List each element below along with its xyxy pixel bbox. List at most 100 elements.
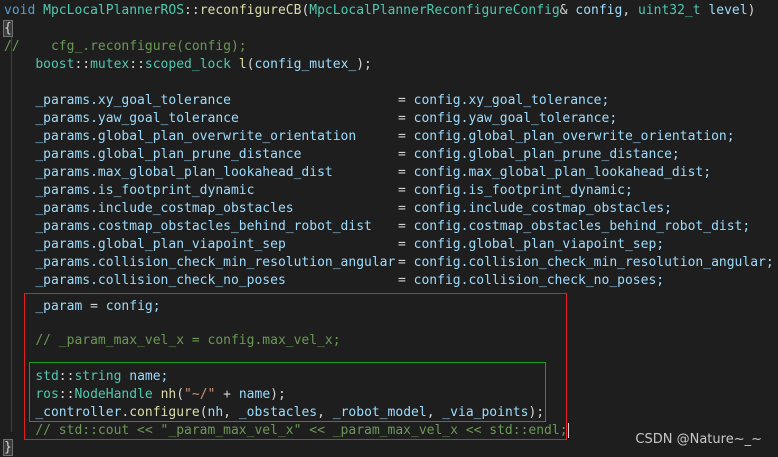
var-l: l bbox=[238, 57, 247, 72]
param-lhs: _params.include_costmap_obstacles bbox=[35, 201, 294, 216]
namespace-ros: ros bbox=[35, 387, 59, 402]
function-name: reconfigureCB bbox=[199, 3, 302, 18]
param-rhs: config.collision_check_no_poses; bbox=[413, 273, 665, 288]
paren-close: ); bbox=[356, 57, 372, 72]
comma: , bbox=[223, 405, 239, 420]
param-lhs: _params.collision_check_no_poses bbox=[35, 273, 286, 288]
arg-via-points: _via_points bbox=[442, 405, 529, 420]
plus-op: + bbox=[215, 387, 239, 402]
assign-op: = bbox=[398, 273, 414, 288]
paren-open: ( bbox=[176, 387, 185, 402]
param-lhs: _params.collision_check_min_resolution_a… bbox=[35, 255, 396, 270]
namespace-std: std bbox=[35, 369, 59, 384]
type-scoped-lock: scoped_lock bbox=[144, 57, 231, 72]
code-line-open-brace[interactable]: { bbox=[3, 20, 13, 38]
text-cursor bbox=[567, 423, 569, 438]
assign-op: = bbox=[398, 129, 414, 144]
code-line-close-brace[interactable]: } bbox=[3, 439, 13, 457]
code-line-param-assign[interactable]: _params.collision_check_no_poses bbox=[4, 272, 286, 290]
method-configure: configure bbox=[129, 405, 200, 420]
comma: , bbox=[426, 405, 443, 420]
comma: , bbox=[622, 3, 638, 18]
ampersand: & bbox=[559, 3, 576, 18]
param-lhs: _params.global_plan_overwrite_orientatio… bbox=[35, 129, 357, 144]
code-line-param-assign[interactable]: _params.global_plan_overwrite_orientatio… bbox=[4, 128, 356, 146]
code-editor[interactable]: void MpcLocalPlannerROS::reconfigureCB( M… bbox=[0, 0, 778, 457]
param-rhs-line: = config.include_costmap_obstacles; bbox=[398, 200, 672, 218]
param-lhs: _params.max_global_plan_lookahead_dist bbox=[35, 165, 333, 180]
namespace-mutex: mutex bbox=[90, 57, 130, 72]
param-type-config: MpcLocalPlannerReconfigureConfig bbox=[309, 3, 560, 18]
code-line-node-handle[interactable]: ros::NodeHandle nh("~/" + name); bbox=[4, 386, 286, 404]
comment: // cfg_.reconfigure(config); bbox=[4, 39, 247, 54]
assign-op: = bbox=[398, 201, 414, 216]
code-line-param-assign[interactable]: _params.costmap_obstacles_behind_robot_d… bbox=[4, 218, 372, 236]
param-rhs-line: = config.max_global_plan_lookahead_dist; bbox=[398, 164, 711, 182]
param-rhs: config.collision_check_min_resolution_an… bbox=[413, 255, 774, 270]
param-rhs-line: = config.yaw_goal_tolerance; bbox=[398, 110, 617, 128]
param-lhs: _params.xy_goal_tolerance bbox=[35, 93, 231, 108]
paren-close: ) bbox=[747, 3, 756, 18]
param-rhs: config.global_plan_prune_distance; bbox=[413, 147, 680, 162]
assign-op: = bbox=[398, 111, 414, 126]
code-line-param-assign[interactable]: _params.xy_goal_tolerance bbox=[4, 92, 231, 110]
comment: // std::cout << "_param_max_vel_x" << _p… bbox=[35, 423, 568, 438]
class-name: MpcLocalPlannerROS bbox=[43, 3, 185, 18]
code-line-param-assign[interactable]: _params.global_plan_viapoint_sep bbox=[4, 236, 285, 254]
scope-op: :: bbox=[129, 57, 145, 72]
assign-op: = bbox=[398, 93, 414, 108]
assign-op: = bbox=[82, 299, 106, 314]
param-rhs-line: = config.costmap_obstacles_behind_robot_… bbox=[398, 218, 750, 236]
matched-brace-close: } bbox=[3, 439, 13, 456]
comment: // _param_max_vel_x = config.max_vel_x; bbox=[35, 333, 341, 348]
code-line-param-assign[interactable]: _params.yaw_goal_tolerance bbox=[4, 110, 239, 128]
scope-op: :: bbox=[184, 3, 200, 18]
code-line-scoped-lock[interactable]: boost::mutex::scoped_lock l(config_mutex… bbox=[4, 56, 372, 74]
assign-op: = bbox=[398, 183, 414, 198]
code-line-param-assign[interactable]: _params.is_footprint_dynamic bbox=[4, 182, 254, 200]
param-rhs-line: = config.xy_goal_tolerance; bbox=[398, 92, 609, 110]
code-line-param-assign[interactable]: _params.collision_check_min_resolution_a… bbox=[4, 254, 395, 272]
code-line-std-string[interactable]: std::string name; bbox=[4, 368, 168, 386]
param-rhs: config.costmap_obstacles_behind_robot_di… bbox=[413, 219, 751, 234]
assign-op: = bbox=[398, 165, 414, 180]
param-rhs: config.include_costmap_obstacles; bbox=[413, 201, 672, 216]
string-literal: "~/" bbox=[184, 387, 216, 402]
code-line-param-assign[interactable]: _params.include_costmap_obstacles bbox=[4, 200, 294, 218]
var-controller: _controller bbox=[35, 405, 122, 420]
scope-op: :: bbox=[58, 387, 75, 402]
paren-open: ( bbox=[199, 405, 208, 420]
keyword-void: void bbox=[4, 3, 36, 18]
assign-op: = bbox=[398, 255, 414, 270]
code-line-param-config[interactable]: _param = config; bbox=[4, 298, 161, 316]
param-lhs: _params.global_plan_prune_distance bbox=[35, 147, 302, 162]
arg-robot-model: _robot_model bbox=[332, 405, 427, 420]
var-param: _param bbox=[35, 299, 83, 314]
scope-op: :: bbox=[74, 57, 91, 72]
param-rhs-line: = config.global_plan_prune_distance; bbox=[398, 146, 680, 164]
matched-brace-open: { bbox=[3, 20, 13, 37]
code-line-comment-max-vel[interactable]: // _param_max_vel_x = config.max_vel_x; bbox=[4, 332, 341, 350]
code-line-comment-cout[interactable]: // std::cout << "_param_max_vel_x" << _p… bbox=[4, 422, 569, 440]
param-rhs: config.is_footprint_dynamic; bbox=[413, 183, 633, 198]
code-line-param-assign[interactable]: _params.max_global_plan_lookahead_dist bbox=[4, 164, 333, 182]
code-line-function-signature[interactable]: void MpcLocalPlannerROS::reconfigureCB(M… bbox=[4, 2, 755, 20]
param-lhs: _params.is_footprint_dynamic bbox=[35, 183, 255, 198]
param-rhs-line: = config.collision_check_min_resolution_… bbox=[398, 254, 774, 272]
var-name: name bbox=[238, 387, 271, 402]
var-nh: nh bbox=[160, 387, 177, 402]
code-line-comment-cfg[interactable]: // cfg_.reconfigure(config); bbox=[4, 38, 247, 56]
assign-op: = bbox=[398, 237, 414, 252]
param-lhs: _params.costmap_obstacles_behind_robot_d… bbox=[35, 219, 372, 234]
param-rhs-line: = config.global_plan_overwrite_orientati… bbox=[398, 128, 735, 146]
param-rhs-line: = config.global_plan_viapoint_sep; bbox=[398, 236, 664, 254]
var-config: config; bbox=[105, 299, 161, 314]
type-nodehandle: NodeHandle bbox=[74, 387, 153, 402]
code-line-param-assign[interactable]: _params.global_plan_prune_distance bbox=[4, 146, 301, 164]
arg-nh: nh bbox=[207, 405, 224, 420]
code-line-configure-call[interactable]: _controller.configure(nh, _obstacles, _r… bbox=[4, 404, 544, 422]
param-type-level: uint32_t bbox=[638, 3, 701, 18]
paren-close: ); bbox=[270, 387, 286, 402]
arg-obstacles: _obstacles bbox=[238, 405, 318, 420]
